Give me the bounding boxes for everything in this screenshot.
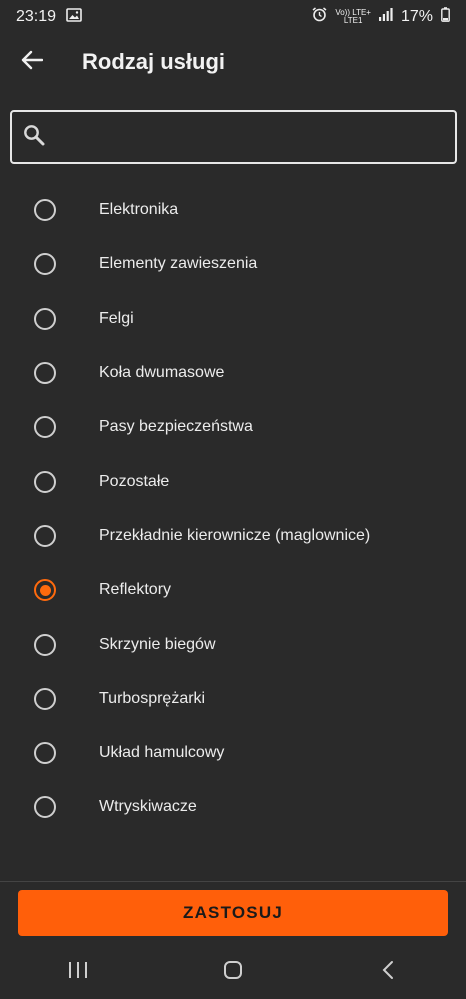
option-label: Elementy zawieszenia (99, 255, 258, 273)
arrow-left-icon (21, 50, 44, 75)
signal-icon (378, 8, 393, 26)
option-label: Wtryskiwacze (99, 798, 197, 816)
recent-apps-icon (68, 961, 88, 984)
radio-unchecked[interactable] (34, 199, 56, 222)
screen: 23:19 Vo)) LTE+ LTE1 17% Rodzaj usługi E… (0, 0, 466, 999)
option-label: Pozostałe (99, 472, 170, 490)
option-row[interactable]: Skrzynie biegów (0, 617, 466, 671)
option-row[interactable]: Przekładnie kierownicze (maglownice) (0, 509, 466, 563)
option-row[interactable]: Wtryskiwacze (0, 780, 466, 834)
back-button[interactable] (12, 42, 52, 82)
option-row[interactable]: Elementy zawieszenia (0, 237, 466, 291)
option-row[interactable]: Elektronika (0, 183, 466, 237)
search-input[interactable] (46, 112, 455, 162)
option-label: Pasy bezpieczeństwa (99, 418, 253, 436)
radio-unchecked[interactable] (34, 633, 56, 656)
footer-divider (0, 881, 466, 882)
option-row[interactable]: Reflektory (0, 563, 466, 617)
status-bar: 23:19 Vo)) LTE+ LTE1 17% (0, 0, 466, 34)
recent-apps-button[interactable] (48, 953, 108, 993)
home-icon (223, 960, 243, 985)
option-label: Skrzynie biegów (99, 635, 216, 653)
option-row[interactable]: Pasy bezpieczeństwa (0, 400, 466, 454)
search-icon (22, 123, 46, 152)
system-nav-bar (0, 946, 466, 999)
search-box[interactable] (10, 110, 457, 164)
option-row[interactable]: Koła dwumasowe (0, 346, 466, 400)
radio-unchecked[interactable] (34, 742, 56, 765)
option-label: Układ hamulcowy (99, 744, 225, 762)
radio-unchecked[interactable] (34, 470, 56, 493)
option-label: Koła dwumasowe (99, 364, 225, 382)
network-type-bottom: LTE1 (343, 16, 363, 25)
system-back-button[interactable] (358, 953, 418, 993)
network-indicator: Vo)) LTE+ LTE1 (335, 9, 371, 25)
status-right: Vo)) LTE+ LTE1 17% (312, 7, 450, 27)
option-label: Przekładnie kierownicze (maglownice) (99, 526, 371, 544)
radio-unchecked[interactable] (34, 416, 56, 439)
option-row[interactable]: Układ hamulcowy (0, 726, 466, 780)
option-label: Turbosprężarki (99, 689, 206, 707)
page-title: Rodzaj usługi (82, 49, 225, 74)
app-bar: Rodzaj usługi (0, 34, 466, 90)
option-label: Reflektory (99, 581, 172, 599)
radio-unchecked[interactable] (34, 307, 56, 330)
gallery-icon (66, 7, 82, 27)
home-button[interactable] (203, 953, 263, 993)
service-type-list: Elektronika Elementy zawieszenia Felgi Koła… (0, 183, 466, 835)
battery-percentage: 17% (400, 8, 433, 25)
option-label: Felgi (99, 309, 134, 327)
option-row[interactable]: Felgi (0, 292, 466, 346)
option-row[interactable]: Pozostałe (0, 454, 466, 508)
radio-unchecked[interactable] (34, 253, 56, 276)
battery-icon (441, 7, 450, 27)
option-label: Elektronika (99, 201, 179, 219)
radio-checked[interactable] (34, 579, 56, 602)
radio-unchecked[interactable] (34, 524, 56, 547)
option-row[interactable]: Turbosprężarki (0, 672, 466, 726)
status-time: 23:19 (16, 8, 57, 25)
alarm-icon (312, 7, 327, 27)
radio-unchecked[interactable] (34, 362, 56, 385)
radio-unchecked[interactable] (34, 796, 56, 819)
back-icon (381, 960, 395, 985)
apply-button[interactable]: ZASTOSUJ (18, 890, 448, 936)
radio-unchecked[interactable] (34, 687, 56, 710)
